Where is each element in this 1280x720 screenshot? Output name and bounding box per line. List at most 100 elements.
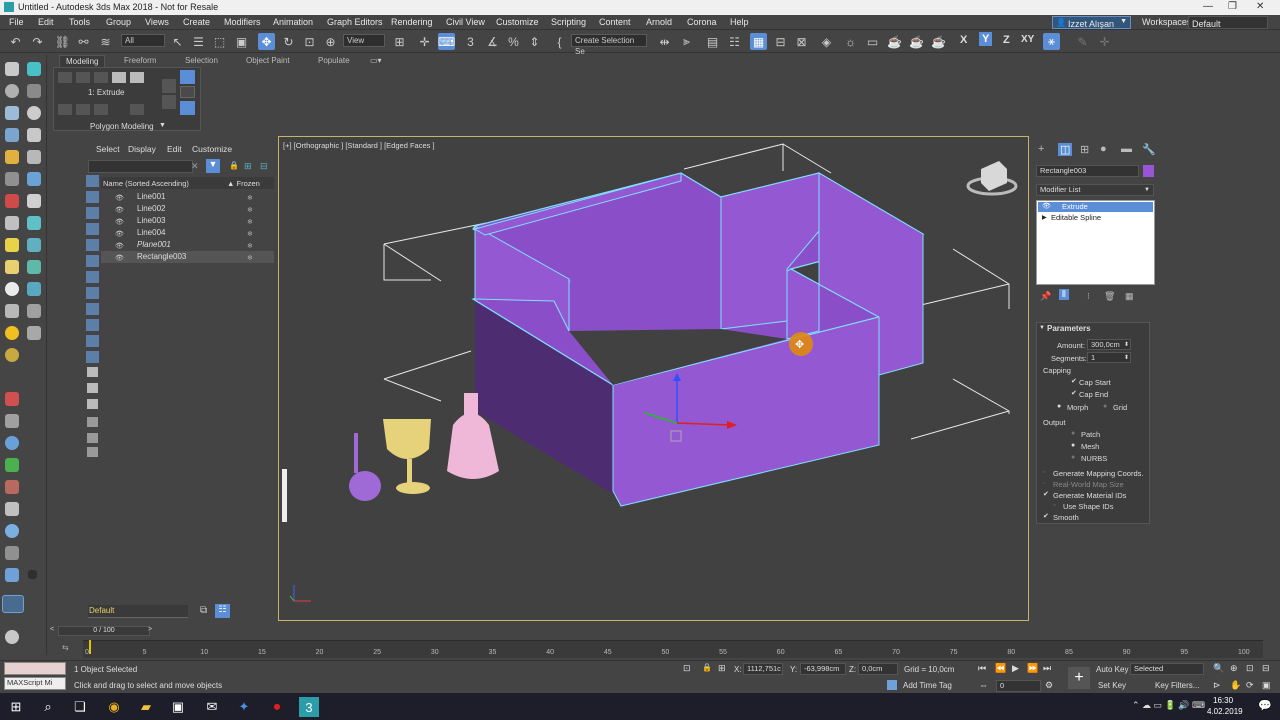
scene-item-rectangle003[interactable]: Rectangle003 [84, 251, 274, 263]
tab-selection[interactable]: Selection [179, 55, 224, 66]
scene-item-line003[interactable]: Line003 [84, 215, 274, 227]
render-iterative-icon[interactable]: ☕ [908, 33, 925, 50]
cylinder-icon[interactable] [27, 194, 41, 208]
file-explorer-icon[interactable]: ▰ [136, 697, 156, 717]
curve-editor-icon[interactable]: ⊟ [772, 33, 789, 50]
angle-snap-icon[interactable]: ∡ [484, 33, 501, 50]
create-teapot-icon[interactable] [5, 62, 19, 76]
magnifier-icon[interactable] [5, 524, 19, 538]
layer-stack-icon[interactable]: ⧉ [200, 605, 207, 616]
display-space-warps-icon[interactable] [86, 271, 99, 283]
add-time-tag[interactable]: Add Time Tag [903, 681, 952, 690]
light-icon[interactable] [27, 62, 41, 76]
selection-filter-dropdown[interactable]: All [121, 34, 165, 47]
tab-object-paint[interactable]: Object Paint [240, 55, 296, 66]
menu-graph-editors[interactable]: Graph Editors [327, 17, 383, 27]
make-unique-icon[interactable] [94, 104, 108, 115]
blend-icon[interactable] [5, 480, 19, 494]
manipulate-icon[interactable]: ✛ [416, 33, 433, 50]
menu-group[interactable]: Group [106, 17, 131, 27]
sync-icon[interactable] [87, 447, 98, 457]
lock-icon[interactable]: 🔒 [229, 161, 239, 170]
3dsmax-icon[interactable]: 3 [299, 697, 319, 717]
go-to-start-icon[interactable]: ⏮ [978, 663, 986, 674]
mirror-icon[interactable]: ⇹ [656, 33, 673, 50]
filter-clear-icon[interactable] [87, 433, 98, 443]
se-tab-customize[interactable]: Customize [192, 144, 232, 154]
zoom-extents-all-icon[interactable]: ⊟ [1262, 663, 1270, 674]
cap-end-checkbox[interactable]: ✔ [1071, 390, 1077, 397]
search-input[interactable] [88, 160, 193, 173]
amount-field[interactable]: 300,0cm ⬍ [1087, 339, 1131, 350]
menu-rendering[interactable]: Rendering [391, 17, 433, 27]
windows-start-icon[interactable]: ⊞ [6, 697, 26, 717]
display-helpers-icon[interactable] [86, 255, 99, 267]
close-icon[interactable]: ✕ [191, 161, 199, 172]
redo-icon[interactable]: ↷ [29, 33, 46, 50]
name-column-header[interactable]: Name (Sorted Ascending) [103, 179, 189, 188]
sphere-icon[interactable] [5, 84, 19, 98]
viewport-layout-icon[interactable] [2, 595, 24, 613]
keyboard-shortcut-icon[interactable]: ⌨ [438, 33, 455, 50]
modifier-list-dropdown[interactable]: Modifier List ▼ [1036, 184, 1154, 196]
mail-icon[interactable]: ✉ [202, 697, 222, 717]
render-setup-icon[interactable]: ☼ [842, 33, 859, 50]
box-icon[interactable] [5, 106, 19, 120]
display-bones-icon[interactable] [86, 319, 99, 331]
modify-mode-icon[interactable] [58, 104, 72, 115]
axis-xy-button[interactable]: XY [1021, 34, 1034, 45]
auto-key-button[interactable]: Auto Key [1096, 665, 1128, 674]
percent-snap-icon[interactable]: % [505, 33, 522, 50]
select-by-name-icon[interactable]: ☰ [190, 33, 207, 50]
select-object-icon[interactable]: ↖ [169, 33, 186, 50]
go-to-end-icon[interactable]: ⏭ [1043, 663, 1051, 674]
menu-modifiers[interactable]: Modifiers [224, 17, 261, 27]
book-icon[interactable] [27, 150, 41, 164]
mirror-tool-icon[interactable] [27, 216, 41, 230]
viewport-label[interactable]: [+] [Orthographic ] [Standard ] [Edged F… [283, 141, 435, 150]
maxscript-mini[interactable]: MAXScript Mi [4, 677, 66, 690]
world-icon[interactable] [5, 436, 19, 450]
layer-settings-icon[interactable]: ☷ [215, 604, 230, 618]
snap-toggle-icon[interactable]: 3 [462, 33, 479, 50]
menu-views[interactable]: Views [145, 17, 169, 27]
display-xrefs-icon[interactable] [86, 303, 99, 315]
snow-icon[interactable] [5, 502, 19, 516]
array-icon[interactable] [27, 260, 41, 274]
key-filters-button[interactable]: Key Filters... [1155, 681, 1199, 690]
ribbon-button-4[interactable] [162, 95, 176, 109]
nurbs-radio[interactable]: ● [1071, 454, 1077, 461]
bucket-fill-icon[interactable] [5, 546, 19, 560]
link-icon[interactable]: ⛓ [54, 33, 71, 50]
arrow-icon[interactable] [27, 172, 41, 186]
pan-icon[interactable]: ✋ [1230, 680, 1241, 691]
workspaces-dropdown[interactable]: Default [1188, 16, 1268, 29]
place-icon[interactable]: ⊕ [322, 33, 339, 50]
named-selection-icon[interactable]: { [551, 33, 568, 50]
torus-icon[interactable] [27, 106, 41, 120]
scene-item-line004[interactable]: Line004 [84, 227, 274, 239]
display-lights-icon[interactable] [86, 223, 99, 235]
rectangle-selection-icon[interactable]: ⬚ [211, 33, 228, 50]
current-frame-field[interactable]: 0 [996, 680, 1041, 692]
align-icon[interactable]: ⫸ [678, 33, 695, 50]
ribbon-button-2[interactable] [162, 79, 176, 93]
time-slider[interactable]: 0 / 100 [58, 626, 150, 636]
toggle-ribbon-icon[interactable]: ▦ [750, 33, 767, 50]
display-all-icon[interactable] [86, 351, 99, 363]
se-tab-edit[interactable]: Edit [167, 144, 182, 154]
pin-stack-icon[interactable]: 📌 [1040, 291, 1051, 302]
window-crossing-icon[interactable]: ▣ [233, 33, 250, 50]
grid-icon[interactable] [5, 128, 19, 142]
scale-icon[interactable]: ⊡ [301, 33, 318, 50]
modify-tab-icon[interactable]: ◫ [1058, 143, 1073, 156]
next-frame-icon[interactable]: ⏩ [1027, 663, 1038, 674]
reference-coordinate-dropdown[interactable]: View [343, 34, 385, 47]
menu-content[interactable]: Content [599, 17, 631, 27]
make-unique-icon[interactable]: ⁝ [1087, 291, 1090, 302]
track-bar-toggle-icon[interactable]: ⇆ [62, 643, 69, 652]
clock-time[interactable]: 16:30 [1213, 696, 1233, 705]
user-account-button[interactable]: 👤 Izzet Alışan ▼ [1052, 16, 1131, 29]
y-coordinate-field[interactable]: -63,998cm [800, 663, 846, 675]
undo-icon[interactable]: ↶ [7, 33, 24, 50]
